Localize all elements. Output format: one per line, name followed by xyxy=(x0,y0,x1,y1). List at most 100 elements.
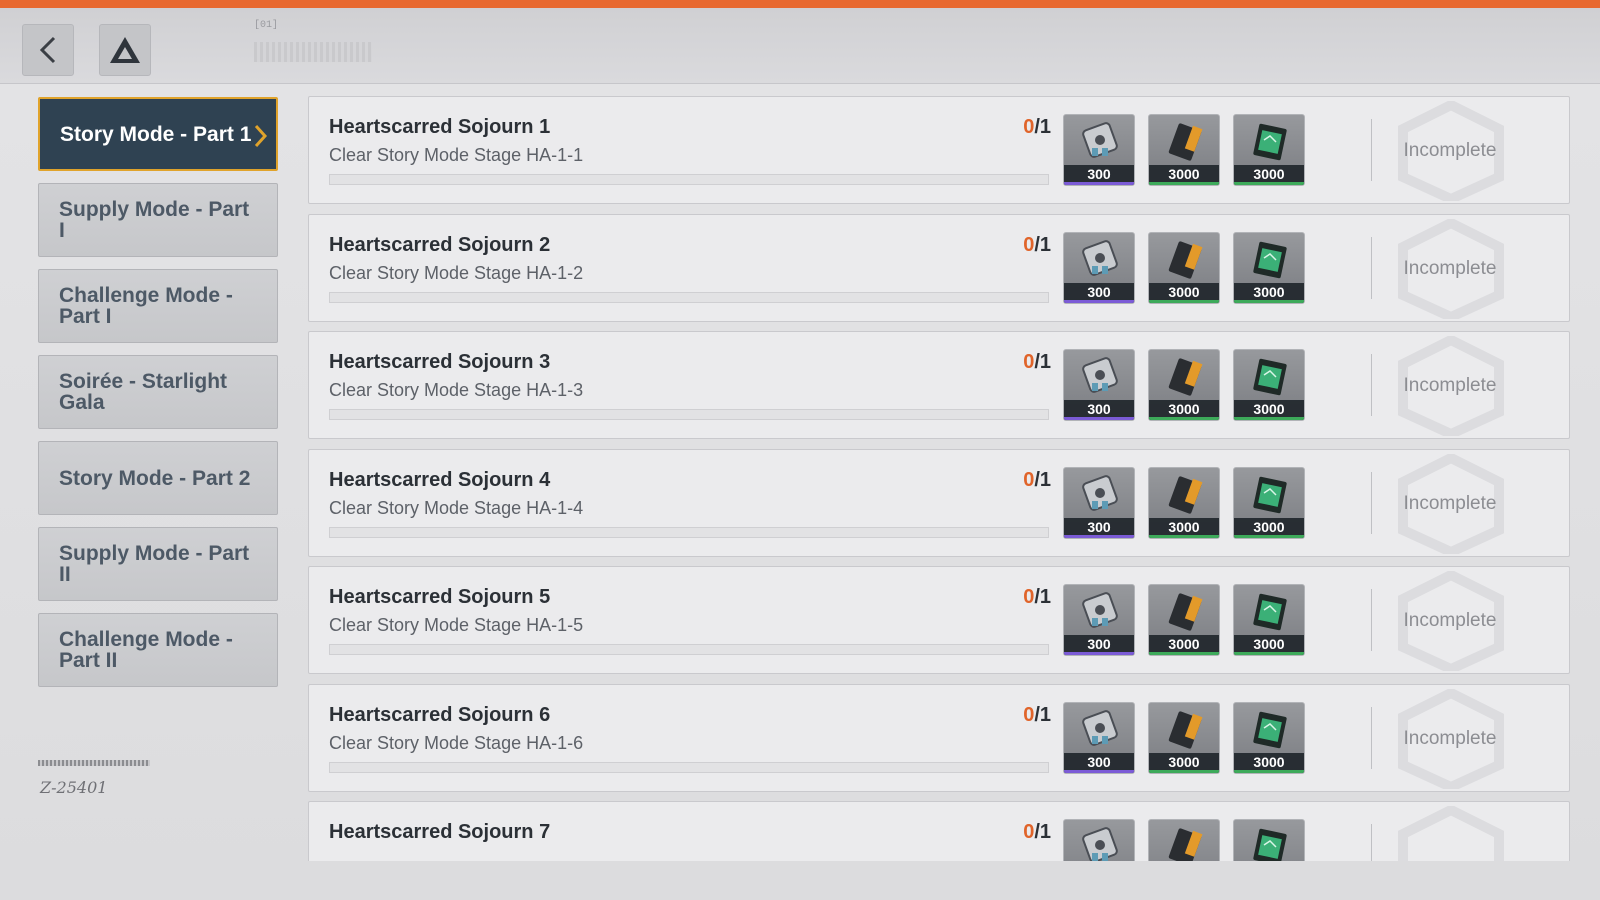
quest-card[interactable]: Heartscarred Sojourn 7 0/1 xyxy=(308,801,1570,861)
reward-item[interactable]: 3000 xyxy=(1233,584,1305,656)
reward-item[interactable]: 3000 xyxy=(1233,466,1305,539)
reward-quantity: 3000 xyxy=(1234,400,1304,420)
progress-bar xyxy=(329,409,1049,420)
reward-item[interactable] xyxy=(1063,819,1135,861)
divider xyxy=(1371,354,1372,416)
status-label: Incomplete xyxy=(1403,492,1497,514)
home-button[interactable] xyxy=(99,24,151,76)
reward-quantity: 300 xyxy=(1064,635,1134,655)
reward-item[interactable]: 3000 xyxy=(1148,349,1220,421)
quest-description: Clear Story Mode Stage HA-1-6 xyxy=(329,732,584,753)
sidebar-tab-6[interactable]: Supply Mode - Part II xyxy=(38,527,278,601)
sidebar-tab-label: Supply Mode - Part II xyxy=(59,542,250,586)
sidebar-tab-label: Challenge Mode - Part I xyxy=(59,284,233,328)
progress-bar xyxy=(329,761,1049,773)
sidebar-tab-3[interactable]: Challenge Mode - Part I xyxy=(38,269,278,343)
quest-description: Clear Story Mode Stage HA-1-4 xyxy=(329,497,584,518)
quest-title: Heartscarred Sojourn 3 xyxy=(329,351,551,373)
progress-bar xyxy=(329,644,1049,655)
progress-count: 0/1 xyxy=(991,351,1051,374)
quest-title: Heartscarred Sojourn 6 xyxy=(329,703,551,726)
sidebar-tab-2[interactable]: Supply Mode - Part I xyxy=(38,183,278,257)
progress-total: /1 xyxy=(1034,116,1051,138)
triangle-logo-icon xyxy=(110,37,140,63)
reward-item[interactable]: 3000 xyxy=(1233,349,1305,421)
deco-signature: Z-25401 xyxy=(40,778,108,797)
reward-quantity: 3000 xyxy=(1149,400,1219,420)
progress-done: 0 xyxy=(1023,586,1035,608)
reward-item[interactable] xyxy=(1148,819,1220,861)
progress-count: 0/1 xyxy=(991,821,1051,844)
divider xyxy=(1371,471,1372,534)
reward-item[interactable]: 300 xyxy=(1063,114,1135,186)
quest-card[interactable]: Heartscarred Sojourn 6 Clear Story Mode S… xyxy=(308,683,1570,792)
progress-count: 0/1 xyxy=(991,469,1051,492)
quest-title: Heartscarred Sojourn 7 xyxy=(329,821,551,843)
status-label: Incomplete xyxy=(1403,375,1497,396)
reward-item[interactable]: 300 xyxy=(1063,701,1135,774)
quest-title: Heartscarred Sojourn 1 xyxy=(329,116,551,138)
chevron-right-icon xyxy=(254,124,268,148)
quest-card[interactable]: Heartscarred Sojourn 5 Clear Story Mode S… xyxy=(308,566,1570,674)
progress-total: /1 xyxy=(1034,586,1051,608)
quest-card[interactable]: Heartscarred Sojourn 3 Clear Story Mode S… xyxy=(308,331,1570,439)
status-label: Incomplete xyxy=(1403,727,1497,749)
sidebar-tab-7[interactable]: Challenge Mode - Part II xyxy=(38,613,278,687)
reward-quantity: 300 xyxy=(1064,517,1134,538)
progress-count: 0/1 xyxy=(991,586,1051,609)
reward-item[interactable]: 3000 xyxy=(1148,114,1220,186)
progress-total: /1 xyxy=(1034,351,1051,373)
reward-item[interactable]: 300 xyxy=(1063,349,1135,421)
progress-done: 0 xyxy=(1023,116,1035,138)
reward-item[interactable]: 3000 xyxy=(1233,114,1305,186)
progress-bar xyxy=(329,291,1049,303)
divider xyxy=(1371,706,1372,769)
reward-quantity: 3000 xyxy=(1234,517,1304,538)
reward-item[interactable]: 300 xyxy=(1063,466,1135,539)
sidebar-tab-label: Supply Mode - Part I xyxy=(59,198,250,242)
reward-item[interactable]: 3000 xyxy=(1148,231,1220,304)
reward-item[interactable]: 3000 xyxy=(1148,584,1220,656)
reward-item[interactable]: 3000 xyxy=(1148,466,1220,539)
category-sidebar: Story Mode - Part 1 Supply Mode - Part I C… xyxy=(38,97,278,699)
sidebar-tab-5[interactable]: Story Mode - Part 2 xyxy=(38,441,278,515)
progress-done: 0 xyxy=(1023,233,1035,256)
back-button[interactable] xyxy=(22,24,74,76)
divider xyxy=(1371,589,1372,651)
reward-quantity: 3000 xyxy=(1149,282,1219,303)
reward-quantity: 3000 xyxy=(1234,752,1304,773)
reward-quantity: 300 xyxy=(1064,400,1134,420)
reward-item[interactable]: 3000 xyxy=(1233,231,1305,304)
divider xyxy=(1371,119,1372,181)
reward-quantity: 3000 xyxy=(1149,165,1219,185)
progress-total: /1 xyxy=(1034,703,1051,726)
progress-done: 0 xyxy=(1023,351,1035,373)
quest-card[interactable]: Heartscarred Sojourn 2 Clear Story Mode S… xyxy=(308,213,1570,322)
progress-total: /1 xyxy=(1034,821,1051,843)
reward-quantity: 300 xyxy=(1064,165,1134,185)
header-deco-block xyxy=(254,42,372,62)
quest-list[interactable]: Heartscarred Sojourn 1 Clear Story Mode S… xyxy=(308,96,1570,861)
progress-done: 0 xyxy=(1023,468,1035,491)
reward-item[interactable]: 3000 xyxy=(1148,701,1220,774)
top-accent-strip xyxy=(0,0,1600,8)
quest-title: Heartscarred Sojourn 5 xyxy=(329,586,551,608)
quest-title: Heartscarred Sojourn 4 xyxy=(329,468,551,491)
sidebar-tab-label: Story Mode - Part 1 xyxy=(60,122,252,146)
sidebar-tab-4[interactable]: Soirée - Starlight Gala xyxy=(38,355,278,429)
top-bar: [01] xyxy=(0,8,1600,84)
quest-card[interactable]: Heartscarred Sojourn 1 Clear Story Mode S… xyxy=(308,96,1570,204)
status-label: Incomplete xyxy=(1403,610,1497,631)
reward-quantity: 300 xyxy=(1064,282,1134,303)
reward-item[interactable] xyxy=(1233,819,1305,861)
reward-item[interactable]: 300 xyxy=(1063,584,1135,656)
reward-item[interactable]: 3000 xyxy=(1233,701,1305,774)
progress-bar xyxy=(329,526,1049,538)
divider xyxy=(1371,236,1372,299)
quest-card[interactable]: Heartscarred Sojourn 4 Clear Story Mode S… xyxy=(308,448,1570,557)
deco-barcode xyxy=(38,760,150,766)
hexagon-stamp-icon xyxy=(1398,806,1504,861)
sidebar-tab-1[interactable]: Story Mode - Part 1 xyxy=(38,97,278,171)
reward-item[interactable]: 300 xyxy=(1063,231,1135,304)
progress-count: 0/1 xyxy=(991,116,1051,139)
